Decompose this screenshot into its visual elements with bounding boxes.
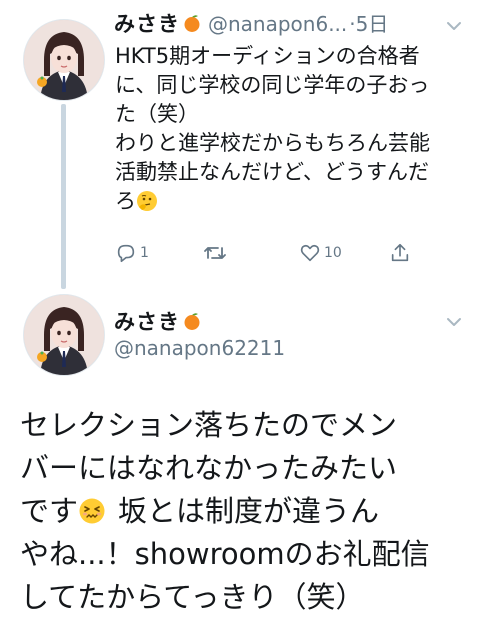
tweet-actions: 1 10 <box>115 242 415 268</box>
tweet-text-fragment: です <box>20 494 79 528</box>
tweet-text-line: HKT5期オーディションの合格者 <box>115 44 420 68</box>
tweet-text-line: に、同じ学校の同じ学年の子おっ <box>115 73 430 97</box>
tweet-text-line: 活動禁止なんだけど、どうすんだ <box>115 160 429 184</box>
reply-count: 1 <box>140 245 149 261</box>
timestamp[interactable]: 5日 <box>356 8 389 37</box>
tweet-body: HKT5期オーディションの合格者 に、同じ学校の同じ学年の子おっ た（笑） わり… <box>115 42 475 216</box>
tweet-header: みさき <box>114 306 202 336</box>
avatar[interactable] <box>23 294 105 376</box>
tweet-text-fragment: ろ <box>115 189 136 213</box>
share-button[interactable] <box>389 242 411 264</box>
retweet-icon <box>204 247 226 259</box>
tangerine-emoji-icon <box>182 13 202 33</box>
tweet-text-line: やね...！showroomのお礼配信 <box>20 537 430 571</box>
display-name[interactable]: みさき <box>114 8 180 38</box>
thread-connector <box>61 104 66 289</box>
user-handle[interactable]: @nanapon6... <box>208 12 347 36</box>
chevron-down-icon[interactable] <box>445 316 463 328</box>
tweet-body-large: セレクション落ちたのでメン バーにはなれなかったみたい です 坂とは制度が違うん … <box>20 404 475 619</box>
profile-photo <box>24 295 104 375</box>
tweet-header: みさき @nanapon6... · 5日 <box>114 8 388 38</box>
tweet-text-line: た（笑） <box>115 102 199 126</box>
share-icon <box>391 243 409 262</box>
display-name[interactable]: みさき <box>114 306 180 336</box>
tweet-text-line-with-emoji: です 坂とは制度が違うん <box>20 490 475 533</box>
like-button[interactable]: 10 <box>299 242 342 264</box>
thinking-face-emoji-icon <box>136 190 158 212</box>
tangerine-emoji-icon <box>182 311 202 331</box>
tweet-text-line: してたからてっきり（笑） <box>20 580 365 614</box>
reply-icon <box>117 244 135 263</box>
tweet-text-line-last: ろ <box>115 187 475 216</box>
profile-photo <box>24 20 104 100</box>
like-count: 10 <box>324 245 342 261</box>
retweet-button[interactable] <box>203 242 230 264</box>
persevering-face-emoji-icon <box>78 494 106 524</box>
avatar[interactable] <box>23 19 105 101</box>
heart-icon <box>300 244 320 262</box>
tweet-text-line: わりと進学校だからもちろん芸能 <box>115 131 430 155</box>
tweet-text-line: バーにはなれなかったみたい <box>20 451 398 485</box>
chevron-down-icon[interactable] <box>445 20 463 32</box>
reply-button[interactable]: 1 <box>115 242 149 264</box>
tweet-text-line: セレクション落ちたのでメン <box>20 408 398 442</box>
tweet-text-fragment: 坂とは制度が違うん <box>118 494 380 528</box>
user-handle[interactable]: @nanapon62211 <box>114 336 285 360</box>
